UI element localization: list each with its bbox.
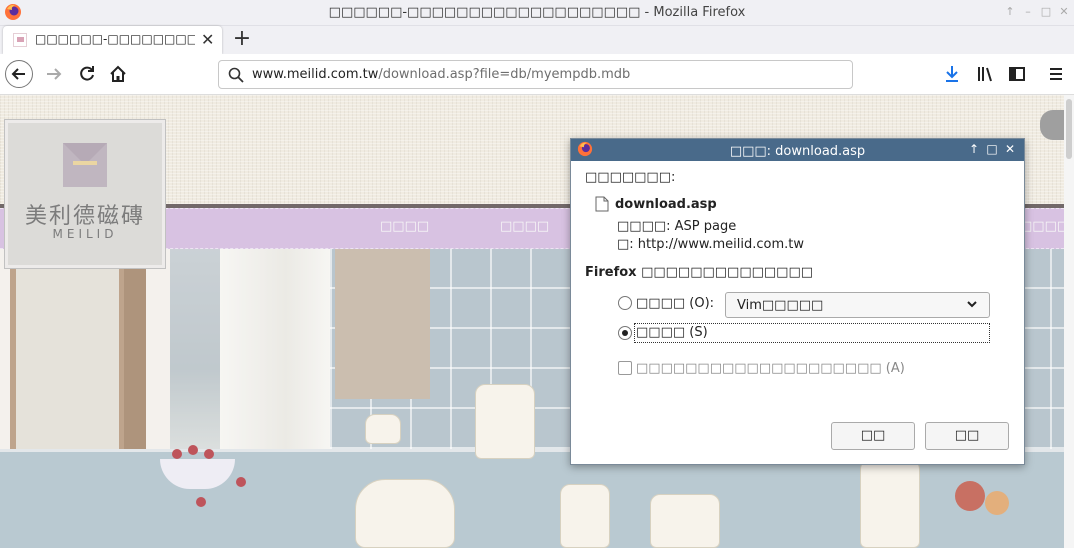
site-favicon-icon (13, 33, 27, 47)
library-icon (978, 67, 992, 82)
back-icon (11, 68, 25, 80)
forward-icon (47, 68, 62, 80)
tab-active[interactable]: □□□□□□-□□□□□□□□□□□□□□ ✕ (3, 26, 222, 54)
window-title-app: - Mozilla Firefox (640, 5, 746, 20)
navigation-toolbar: www.meilid.com.tw/download.asp?file=db/m… (0, 54, 1074, 95)
url-text: www.meilid.com.tw/download.asp?file=db/m… (252, 67, 630, 82)
open-with-radio[interactable] (618, 296, 632, 310)
download-dialog: □□□: download.asp ↑ □ ✕ □□□□□□□: downloa… (570, 138, 1025, 465)
window-up-icon[interactable]: ↑ (1002, 4, 1018, 20)
url-bar[interactable]: www.meilid.com.tw/download.asp?file=db/m… (218, 60, 853, 89)
open-with-app-select[interactable]: Vim□□□□□ (725, 292, 990, 318)
save-file-label[interactable]: □□□□ (S) (636, 325, 708, 340)
save-file-radio[interactable] (618, 326, 632, 340)
url-host: www.meilid.com.tw (252, 67, 379, 82)
file-icon (595, 196, 609, 212)
url-path: /download.asp?file=db/myempdb.mdb (378, 67, 631, 82)
sidebar-icon (1009, 67, 1025, 81)
dialog-question: Firefox □□□□□□□□□□□□□□ (585, 265, 814, 280)
open-with-label[interactable]: □□□□ (O): (636, 296, 714, 311)
window-titlebar: □□□□□□-□□□□□□□□□□□□□□□□□□□ - Mozilla Fir… (0, 0, 1074, 26)
remember-choice-label[interactable]: □□□□□□□□□□□□□□□□□□□□ (A) (636, 361, 905, 376)
sidebar-button[interactable] (1003, 60, 1031, 88)
open-with-app-value: Vim□□□□□ (737, 298, 824, 313)
dialog-titlebar: □□□: download.asp ↑ □ ✕ (571, 139, 1024, 161)
home-icon (110, 65, 126, 82)
window-close-button[interactable]: ✕ (1056, 4, 1072, 20)
dialog-intro: □□□□□□□: (585, 170, 676, 185)
menu-button[interactable] (1042, 60, 1070, 88)
dialog-up-icon[interactable]: ↑ (967, 142, 981, 156)
window-maximize-button[interactable]: □ (1038, 4, 1054, 20)
window-minimize-button[interactable]: – (1020, 4, 1036, 20)
chevron-down-icon (967, 301, 977, 308)
dialog-maximize-button[interactable]: □ (985, 142, 999, 156)
cancel-button[interactable]: □□ (925, 422, 1009, 450)
menu-icon (1050, 68, 1062, 80)
search-icon (228, 67, 244, 83)
window-title-page: □□□□□□-□□□□□□□□□□□□□□□□□□□ (328, 5, 641, 20)
tab-title: □□□□□□-□□□□□□□□□□□□□□ (35, 32, 195, 46)
download-icon (946, 66, 958, 82)
file-type: □□□□: ASP page (617, 219, 737, 234)
reload-button[interactable] (73, 60, 101, 88)
file-source: □: http://www.meilid.com.tw (617, 237, 804, 252)
dialog-title: □□□: download.asp (729, 144, 866, 159)
library-button[interactable] (971, 60, 999, 88)
reload-icon (80, 66, 94, 81)
remember-choice-checkbox[interactable] (618, 361, 632, 375)
tab-close-button[interactable]: ✕ (201, 30, 214, 49)
window-title: □□□□□□-□□□□□□□□□□□□□□□□□□□ - Mozilla Fir… (0, 5, 1074, 20)
home-button[interactable] (104, 60, 132, 88)
downloads-button[interactable] (938, 60, 966, 88)
tab-bar: □□□□□□-□□□□□□□□□□□□□□ ✕ + (0, 26, 1074, 54)
file-name: download.asp (615, 197, 717, 212)
dialog-close-button[interactable]: ✕ (1003, 142, 1017, 156)
forward-button[interactable] (40, 60, 68, 88)
new-tab-button[interactable]: + (232, 27, 252, 51)
ok-button[interactable]: □□ (831, 422, 915, 450)
back-button[interactable] (5, 60, 33, 88)
